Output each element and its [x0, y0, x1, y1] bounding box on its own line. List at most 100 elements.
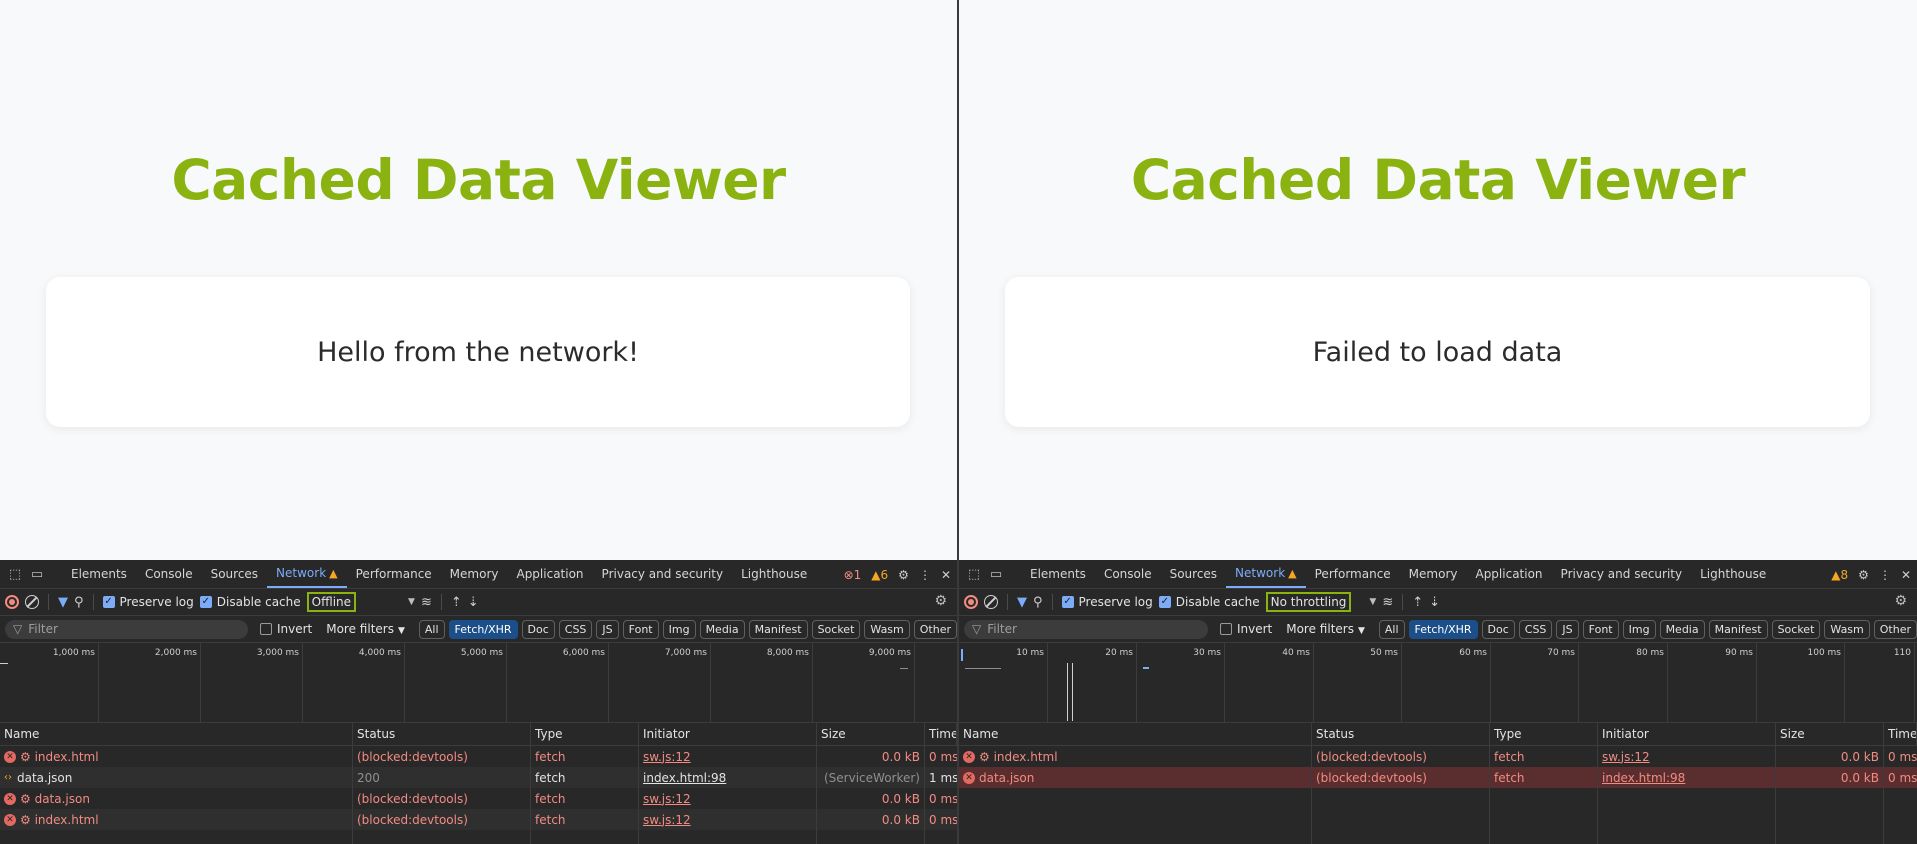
type-filter-doc[interactable]: Doc: [521, 619, 555, 639]
settings-gear-icon[interactable]: ⚙: [898, 568, 909, 582]
request-row[interactable]: ‹› data.json 200 fetch index.html:98 (Service…: [0, 767, 957, 788]
timeline-overview[interactable]: 10 ms 20 ms 30 ms 40 ms 50 ms 60 ms 70 ms 80 ms…: [959, 643, 1917, 723]
filter-input[interactable]: ▽ Filter: [5, 619, 248, 639]
type-filter-font[interactable]: Font: [1582, 619, 1619, 639]
column-header-time[interactable]: Time: [1884, 723, 1917, 745]
inspect-element-icon[interactable]: ⬚: [4, 563, 26, 585]
column-header-type[interactable]: Type: [531, 723, 639, 745]
type-filter-manifest[interactable]: Manifest: [748, 619, 808, 639]
throttling-select[interactable]: Offline: [306, 592, 357, 612]
tab-memory[interactable]: Memory: [441, 560, 508, 588]
timeline-overview[interactable]: 1,000 ms 2,000 ms 3,000 ms 4,000 ms 5,000 ms…: [0, 643, 957, 723]
column-header-initiator[interactable]: Initiator: [1598, 723, 1776, 745]
clear-log-icon[interactable]: [984, 595, 998, 609]
network-settings-gear-icon[interactable]: ⚙: [1894, 593, 1907, 609]
column-header-status[interactable]: Status: [1312, 723, 1490, 745]
tab-performance[interactable]: Performance: [1306, 560, 1400, 588]
column-header-time[interactable]: Time: [925, 723, 957, 745]
more-filters-dropdown[interactable]: More filters ▼: [1286, 622, 1365, 636]
column-header-name[interactable]: Name: [959, 723, 1312, 745]
type-filter-wasm[interactable]: Wasm: [1824, 619, 1870, 639]
tab-elements[interactable]: Elements: [62, 560, 136, 588]
filter-funnel-icon[interactable]: ▼: [1017, 595, 1027, 610]
warning-count-badge[interactable]: ▲8: [1831, 568, 1848, 582]
kebab-menu-icon[interactable]: ⋮: [1879, 568, 1891, 582]
type-filter-css[interactable]: CSS: [1518, 619, 1553, 639]
tab-elements[interactable]: Elements: [1021, 560, 1095, 588]
name-cell[interactable]: ✕ ⚙ index.html: [959, 746, 1312, 767]
name-cell[interactable]: ‹› data.json: [0, 767, 353, 788]
disable-cache-checkbox[interactable]: ✓ Disable cache: [199, 595, 301, 609]
request-row[interactable]: ✕ ⚙ index.html (blocked:devtools) fetch sw.j…: [0, 809, 957, 830]
column-header-size[interactable]: Size: [1776, 723, 1884, 745]
column-header-initiator[interactable]: Initiator: [639, 723, 817, 745]
preserve-log-checkbox[interactable]: ✓ Preserve log: [1061, 595, 1153, 609]
tab-performance[interactable]: Performance: [347, 560, 441, 588]
type-filter-all[interactable]: All: [1378, 619, 1405, 639]
type-filter-socket[interactable]: Socket: [811, 619, 861, 639]
initiator-link[interactable]: sw.js:12: [639, 746, 817, 767]
close-icon[interactable]: ✕: [941, 568, 951, 582]
type-filter-css[interactable]: CSS: [558, 619, 593, 639]
tab-application[interactable]: Application: [1466, 560, 1551, 588]
tab-console[interactable]: Console: [136, 560, 202, 588]
request-row[interactable]: ✕ data.json (blocked:devtools) fetch index.h…: [959, 767, 1917, 788]
type-filter-doc[interactable]: Doc: [1481, 619, 1515, 639]
tab-network[interactable]: Network ▲: [1226, 560, 1306, 588]
clear-log-icon[interactable]: [25, 595, 39, 609]
tab-network[interactable]: Network ▲: [267, 560, 347, 588]
name-cell[interactable]: ✕ ⚙ index.html: [0, 809, 353, 830]
tab-privacy-and-security[interactable]: Privacy and security: [593, 560, 733, 588]
export-har-icon[interactable]: ⇣: [468, 595, 479, 610]
type-filter-all[interactable]: All: [418, 619, 445, 639]
initiator-link[interactable]: sw.js:12: [639, 809, 817, 830]
name-cell[interactable]: ✕ ⚙ data.json: [0, 788, 353, 809]
column-header-size[interactable]: Size: [817, 723, 925, 745]
disable-cache-checkbox[interactable]: ✓ Disable cache: [1158, 595, 1260, 609]
initiator-link[interactable]: sw.js:12: [639, 788, 817, 809]
search-icon[interactable]: ⚲: [1033, 595, 1043, 610]
warning-count-badge[interactable]: ▲6: [871, 568, 888, 582]
type-filter-manifest[interactable]: Manifest: [1708, 619, 1768, 639]
type-filter-js[interactable]: JS: [596, 619, 619, 639]
tab-console[interactable]: Console: [1095, 560, 1161, 588]
export-har-icon[interactable]: ⇣: [1429, 595, 1440, 610]
filter-input[interactable]: ▽ Filter: [964, 619, 1208, 639]
tab-memory[interactable]: Memory: [1400, 560, 1467, 588]
settings-gear-icon[interactable]: ⚙: [1858, 568, 1869, 582]
type-filter-other[interactable]: Other: [1873, 619, 1917, 639]
initiator-link[interactable]: sw.js:12: [1598, 746, 1776, 767]
device-toolbar-icon[interactable]: ▭: [985, 563, 1007, 585]
tab-lighthouse[interactable]: Lighthouse: [1691, 560, 1775, 588]
type-filter-img[interactable]: Img: [662, 619, 696, 639]
network-settings-gear-icon[interactable]: ⚙: [934, 593, 947, 609]
type-filter-other[interactable]: Other: [913, 619, 957, 639]
request-row[interactable]: ✕ ⚙ index.html (blocked:devtools) fetch sw.j…: [0, 746, 957, 767]
column-header-type[interactable]: Type: [1490, 723, 1598, 745]
kebab-menu-icon[interactable]: ⋮: [919, 568, 931, 582]
tab-sources[interactable]: Sources: [202, 560, 267, 588]
initiator-link[interactable]: index.html:98: [639, 767, 817, 788]
record-stop-icon[interactable]: [5, 595, 19, 609]
type-filter-font[interactable]: Font: [622, 619, 659, 639]
type-filter-fetch-xhr[interactable]: Fetch/XHR: [448, 619, 518, 639]
import-har-icon[interactable]: ⇡: [451, 595, 462, 610]
network-conditions-icon[interactable]: ≋: [421, 595, 432, 610]
type-filter-wasm[interactable]: Wasm: [864, 619, 910, 639]
invert-checkbox[interactable]: Invert: [259, 622, 312, 636]
column-header-name[interactable]: Name: [0, 723, 353, 745]
tab-lighthouse[interactable]: Lighthouse: [732, 560, 816, 588]
request-row[interactable]: ✕ ⚙ index.html (blocked:devtools) fetch sw.j…: [959, 746, 1917, 767]
throttling-select[interactable]: No throttling: [1265, 592, 1352, 612]
type-filter-fetch-xhr[interactable]: Fetch/XHR: [1408, 619, 1478, 639]
tab-privacy-and-security[interactable]: Privacy and security: [1552, 560, 1692, 588]
initiator-link[interactable]: index.html:98: [1598, 767, 1776, 788]
type-filter-js[interactable]: JS: [1556, 619, 1579, 639]
tab-sources[interactable]: Sources: [1161, 560, 1226, 588]
network-conditions-icon[interactable]: ≋: [1382, 595, 1393, 610]
name-cell[interactable]: ✕ data.json: [959, 767, 1312, 788]
preserve-log-checkbox[interactable]: ✓ Preserve log: [102, 595, 194, 609]
invert-checkbox[interactable]: Invert: [1219, 622, 1272, 636]
chevron-down-icon[interactable]: ▼: [1369, 597, 1376, 607]
import-har-icon[interactable]: ⇡: [1412, 595, 1423, 610]
